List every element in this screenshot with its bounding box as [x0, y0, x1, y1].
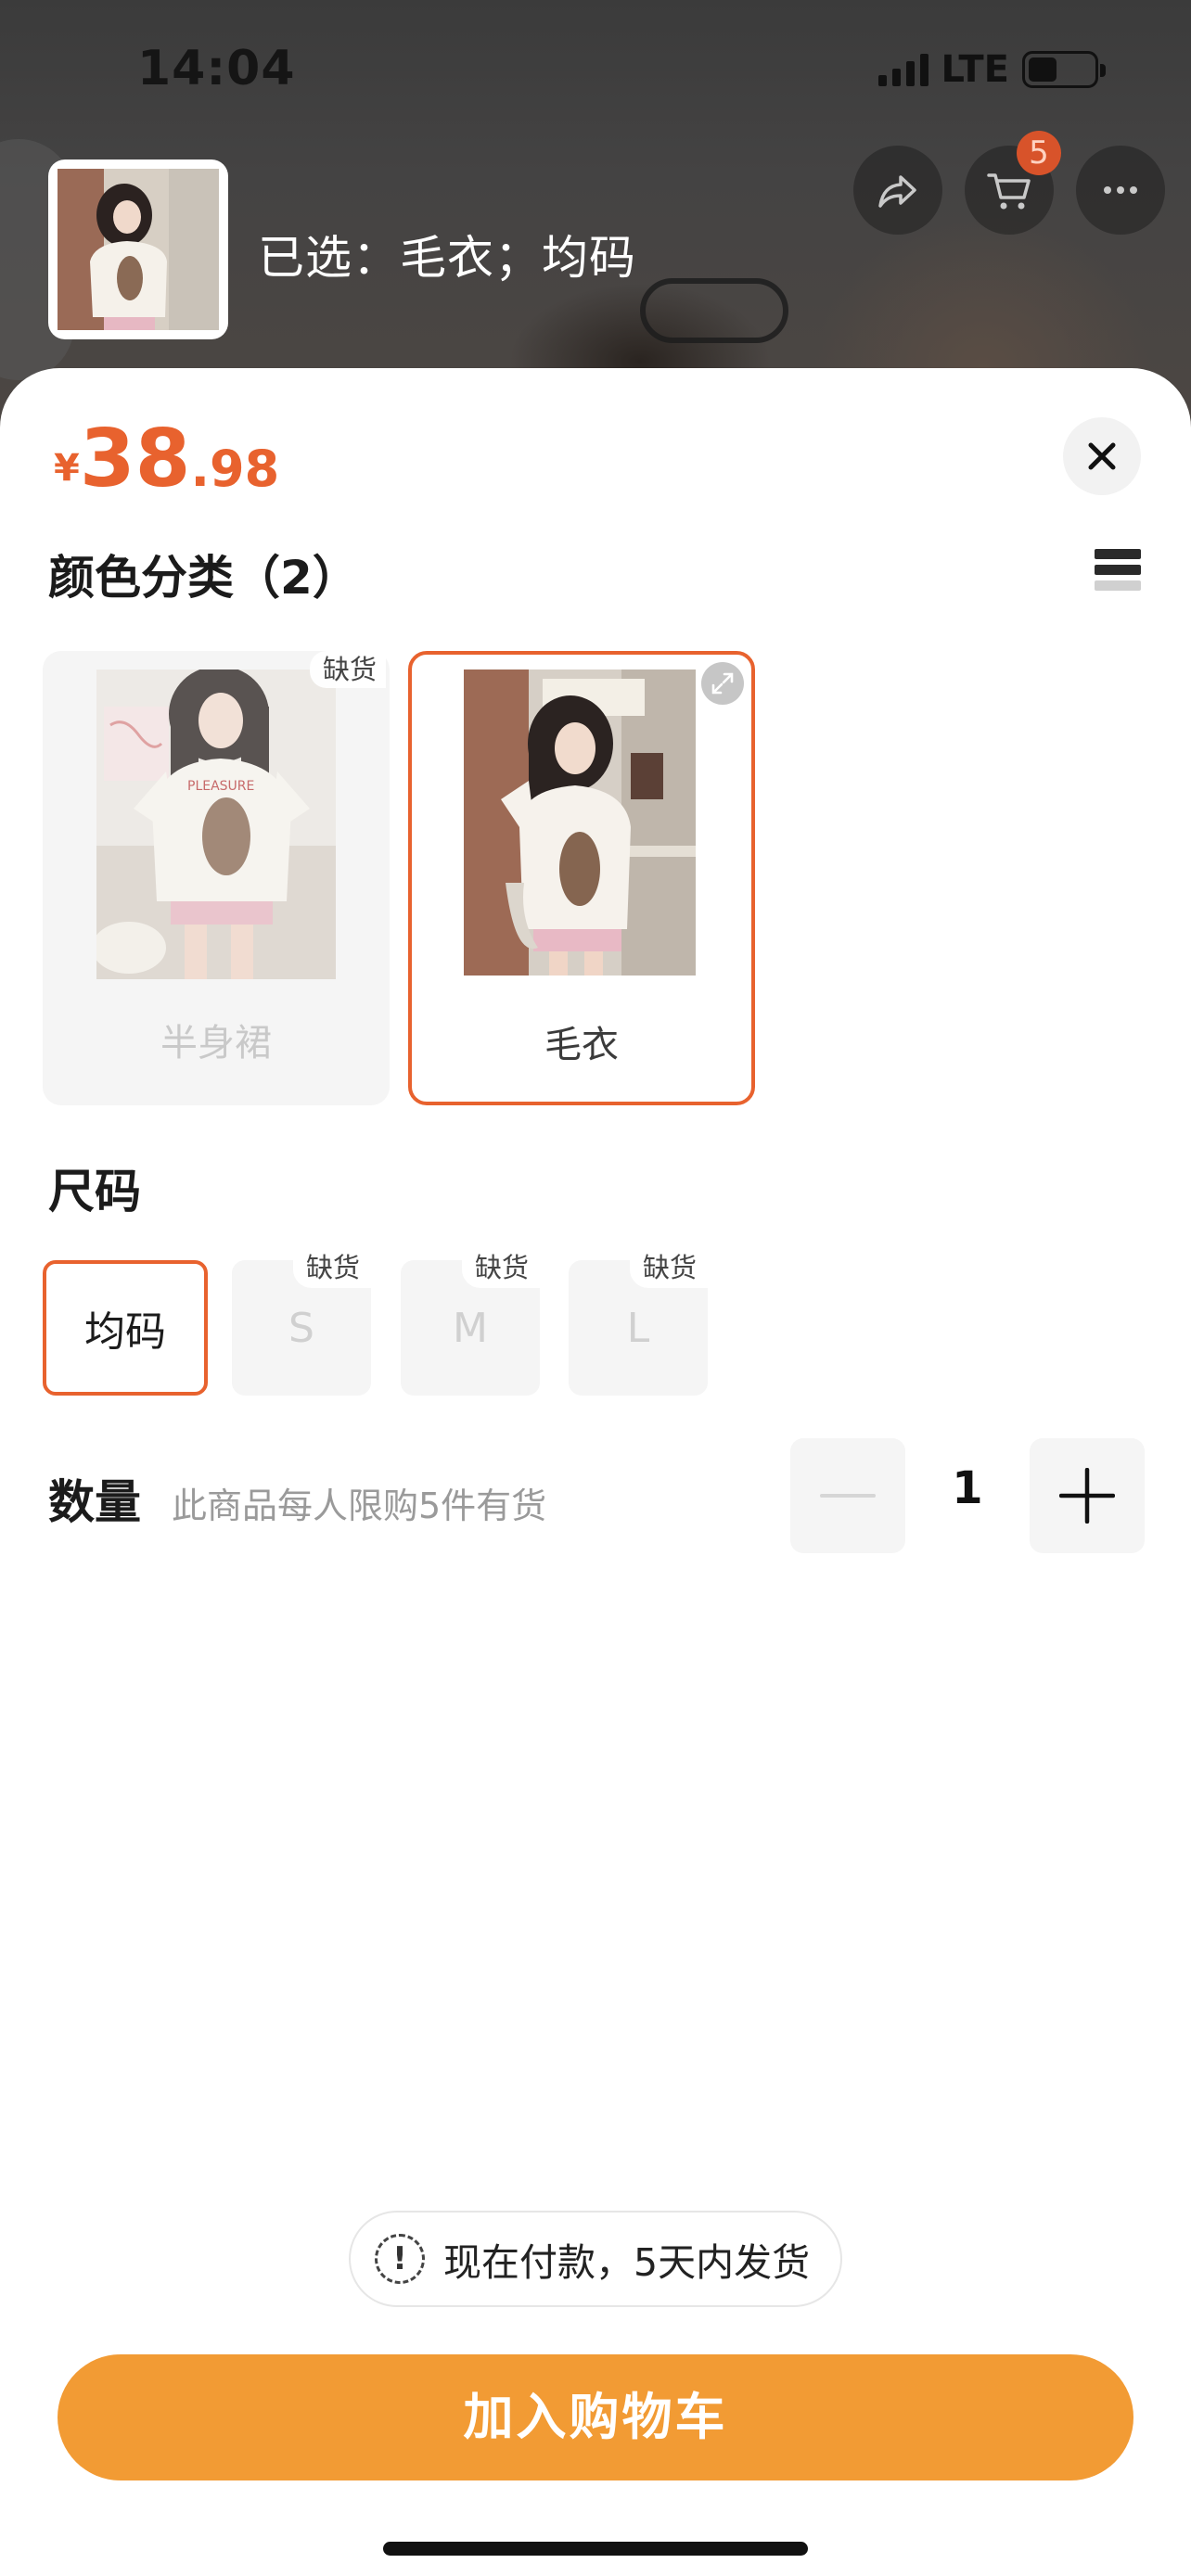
color-option-label: 毛衣	[544, 1024, 619, 1066]
price-integer: 38	[79, 413, 191, 505]
selected-variant-text: 已选：毛衣；均码	[258, 231, 636, 285]
price-currency: ¥	[54, 447, 80, 490]
minus-icon	[820, 1494, 876, 1498]
price-decimal: .98	[190, 440, 280, 498]
battery-icon	[1022, 51, 1106, 88]
background-glasses-shape	[640, 278, 788, 343]
shipping-notice-text: 现在付款，5天内发货	[443, 2240, 811, 2285]
color-option-label: 半身裙	[160, 1022, 272, 1065]
screen: 14:04 LTE 5 已选：毛衣；均码 ¥38.98 颜色分类（2） PLEA…	[0, 0, 1191, 2576]
size-option-l[interactable]: L 缺货	[569, 1249, 708, 1396]
out-of-stock-tag: 缺货	[629, 1249, 708, 1288]
size-option-label: L	[626, 1304, 650, 1352]
svg-text:PLEASURE: PLEASURE	[187, 779, 254, 794]
add-to-cart-button[interactable]: 加入购物车	[58, 2354, 1133, 2480]
status-indicators: LTE	[877, 48, 1106, 91]
selected-product-thumbnail[interactable]	[48, 159, 228, 339]
sku-selector-sheet: ¥38.98 颜色分类（2） PLEASURE 缺货 半身裙 毛衣 尺码 均码 …	[0, 368, 1191, 2576]
sweater-thumbnail-image	[58, 169, 219, 330]
list-view-toggle[interactable]	[1095, 549, 1141, 595]
size-option-s[interactable]: S 缺货	[232, 1249, 371, 1396]
out-of-stock-tag: 缺货	[309, 651, 386, 688]
color-option-skirt[interactable]: PLEASURE 缺货 半身裙	[43, 651, 390, 1105]
out-of-stock-tag: 缺货	[292, 1249, 371, 1288]
shipping-notice: ! 现在付款，5天内发货	[349, 2211, 842, 2307]
share-button[interactable]	[853, 146, 942, 235]
quantity-limit-hint: 此商品每人限购5件有货	[172, 1486, 547, 1526]
close-button[interactable]	[1063, 417, 1141, 495]
size-section-title: 尺码	[48, 1165, 141, 1218]
signal-icon	[877, 53, 928, 86]
size-option-label: M	[453, 1304, 488, 1352]
skirt-option-image: PLEASURE	[96, 670, 336, 979]
quantity-label: 数量	[48, 1475, 141, 1529]
out-of-stock-tag: 缺货	[461, 1249, 540, 1288]
size-option-label: 均码	[84, 1308, 166, 1356]
size-option-label: S	[288, 1304, 314, 1352]
status-time: 14:04	[137, 41, 296, 96]
color-option-sweater[interactable]: 毛衣	[408, 651, 755, 1105]
quantity-decrement-button[interactable]	[790, 1438, 905, 1553]
quantity-value[interactable]: 1	[937, 1462, 998, 1514]
color-section-title: 颜色分类（2）	[48, 551, 359, 605]
alert-icon: !	[375, 2234, 425, 2284]
more-icon	[1104, 186, 1137, 194]
expand-icon[interactable]	[701, 662, 744, 705]
cart-count-badge: 5	[1017, 131, 1061, 175]
size-option-onesize[interactable]: 均码	[43, 1260, 208, 1396]
network-type: LTE	[941, 48, 1009, 91]
home-indicator	[383, 2542, 808, 2556]
share-icon	[878, 175, 916, 208]
size-option-m[interactable]: M 缺货	[401, 1249, 540, 1396]
more-button[interactable]	[1076, 146, 1165, 235]
plus-icon	[1059, 1468, 1115, 1524]
quantity-increment-button[interactable]	[1030, 1438, 1145, 1553]
sweater-option-image	[464, 670, 696, 976]
price: ¥38.98	[54, 413, 279, 505]
close-icon	[1088, 442, 1116, 470]
